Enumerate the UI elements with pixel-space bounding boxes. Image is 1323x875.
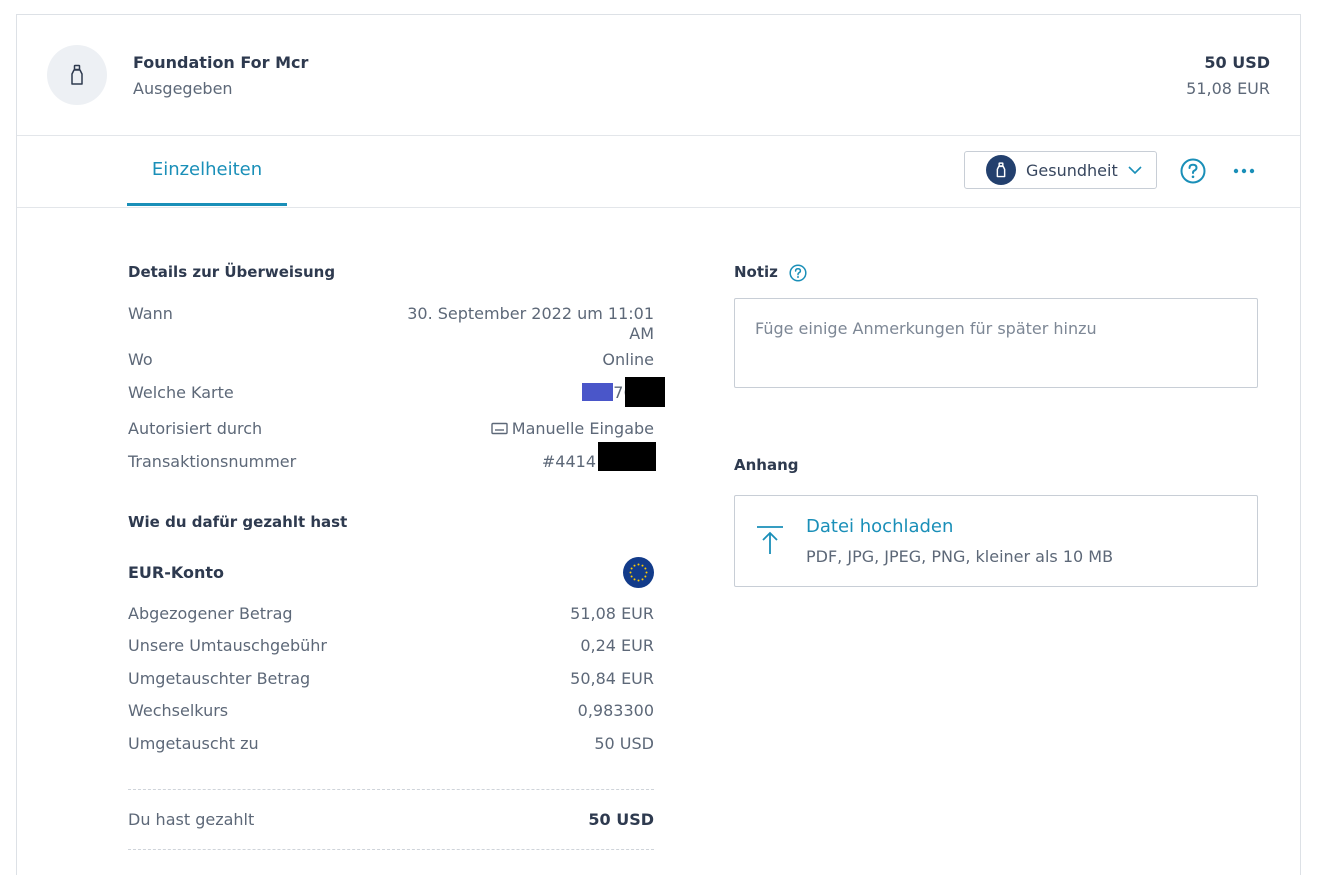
payment-label: Unsere Umtauschgebühr xyxy=(128,636,327,655)
tab-einzelheiten[interactable]: Einzelheiten xyxy=(127,136,287,206)
payment-label: Wechselkurs xyxy=(128,701,229,720)
detail-value: Online xyxy=(602,350,654,369)
payment-total-row: Du hast gezahlt 50 USD xyxy=(128,810,654,832)
amount-primary: 50 USD xyxy=(1204,53,1270,72)
payment-row: Umgetauscht zu 50 USD xyxy=(128,734,654,756)
card-brand-icon xyxy=(582,383,613,401)
redaction-block xyxy=(625,377,665,407)
detail-label: Transaktionsnummer xyxy=(128,452,297,471)
payment-label: Umgetauscht zu xyxy=(128,734,259,753)
transaction-status: Ausgegeben xyxy=(133,79,233,98)
merchant-avatar xyxy=(47,45,107,105)
upload-label: Datei hochladen xyxy=(806,516,954,537)
bottle-icon xyxy=(71,64,83,85)
transfer-details-title: Details zur Überweisung xyxy=(128,263,336,281)
detail-label: Wo xyxy=(128,350,153,369)
detail-label: Welche Karte xyxy=(128,383,234,402)
detail-value: Manuelle Eingabe xyxy=(491,419,654,438)
detail-row-transaction-id: Transaktionsnummer #4414 xyxy=(128,452,654,474)
note-input[interactable] xyxy=(735,299,1257,387)
help-icon[interactable] xyxy=(789,264,807,282)
detail-label: Wann xyxy=(128,304,173,323)
bottle-icon xyxy=(996,162,1006,178)
more-icon xyxy=(1233,168,1255,174)
detail-row-where: Wo Online xyxy=(128,350,654,372)
note-title: Notiz xyxy=(734,263,778,281)
detail-label: Autorisiert durch xyxy=(128,419,263,438)
payment-value: 50,84 EUR xyxy=(570,669,654,688)
divider xyxy=(128,849,654,850)
account-name: EUR-Konto xyxy=(128,563,225,582)
category-label: Gesundheit xyxy=(1026,160,1118,180)
redaction-block xyxy=(598,442,656,471)
chevron-down-icon xyxy=(1127,162,1143,178)
merchant-name: Foundation For Mcr xyxy=(133,53,309,72)
detail-value: 30. September 2022 um 11:01 AM xyxy=(407,304,654,343)
payment-total-label: Du hast gezahlt xyxy=(128,810,255,829)
payment-row: Wechselkurs 0,983300 xyxy=(128,701,654,723)
keyboard-icon xyxy=(491,422,508,435)
payment-value: 51,08 EUR xyxy=(570,604,654,623)
eu-flag-icon xyxy=(623,557,654,588)
detail-row-when: Wann 30. September 2022 um 11:01 AM xyxy=(128,304,654,350)
payment-label: Umgetauschter Betrag xyxy=(128,669,311,688)
upload-file-button[interactable]: Datei hochladen PDF, JPG, JPEG, PNG, kle… xyxy=(734,495,1258,587)
payment-value: 50 USD xyxy=(594,734,654,753)
payment-title: Wie du dafür gezahlt hast xyxy=(128,513,348,531)
detail-row-card: Welche Karte 7651 xyxy=(128,383,654,405)
attachment-title: Anhang xyxy=(734,456,799,474)
note-field-container xyxy=(734,298,1258,388)
payment-total-value: 50 USD xyxy=(588,810,654,829)
payment-label: Abgezogener Betrag xyxy=(128,604,293,623)
divider xyxy=(128,789,654,790)
payment-row: Abgezogener Betrag 51,08 EUR xyxy=(128,604,654,626)
payment-value: 0,24 EUR xyxy=(580,636,654,655)
more-options-button[interactable] xyxy=(1229,160,1259,182)
category-dropdown[interactable]: Gesundheit xyxy=(964,151,1157,189)
amount-secondary: 51,08 EUR xyxy=(1186,79,1270,98)
tab-bar: Einzelheiten Gesundheit xyxy=(17,136,1300,208)
payment-value: 0,983300 xyxy=(577,701,654,720)
upload-icon xyxy=(757,526,783,554)
transaction-header: Foundation For Mcr Ausgegeben 50 USD 51,… xyxy=(17,15,1300,136)
help-icon[interactable] xyxy=(1180,158,1206,184)
payment-row: Umgetauschter Betrag 50,84 EUR xyxy=(128,669,654,691)
detail-value: #4414 xyxy=(541,452,596,471)
payment-row: Unsere Umtauschgebühr 0,24 EUR xyxy=(128,636,654,658)
category-icon xyxy=(986,155,1016,185)
detail-row-authorized: Autorisiert durch Manuelle Eingabe xyxy=(128,419,654,441)
transaction-card: Foundation For Mcr Ausgegeben 50 USD 51,… xyxy=(16,14,1301,875)
upload-hint: PDF, JPG, JPEG, PNG, kleiner als 10 MB xyxy=(806,547,1114,566)
